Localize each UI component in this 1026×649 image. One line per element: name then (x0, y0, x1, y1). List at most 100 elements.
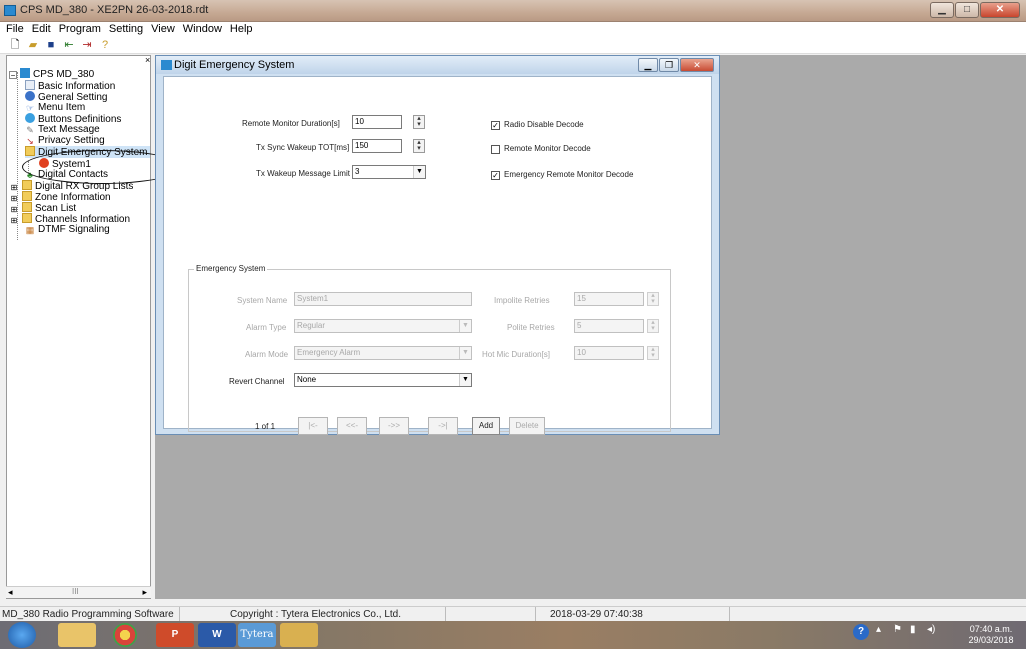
tree-root[interactable]: − CPS MD_380 (9, 68, 94, 80)
delete-button[interactable]: Delete (509, 417, 545, 435)
tree-horizontal-scrollbar[interactable]: ◂ III ▸ (6, 586, 151, 598)
chevron-down-icon[interactable]: ▼ (413, 166, 425, 178)
impolite-retries-label: Impolite Retries (494, 296, 550, 305)
help-tray-icon[interactable]: ? (853, 624, 869, 640)
start-button[interactable] (8, 622, 36, 648)
alarm-mode-label: Alarm Mode (245, 350, 289, 359)
show-hidden-icons-icon[interactable]: ▴ (876, 624, 881, 635)
read-radio-icon[interactable]: ⇤ (62, 39, 76, 52)
expand-icon[interactable]: ⊞ (9, 216, 19, 226)
previous-record-button[interactable]: <<- (337, 417, 367, 435)
file-explorer-icon[interactable] (58, 623, 96, 647)
system-clock[interactable]: 07:40 a.m. 29/03/2018 (962, 624, 1020, 646)
folder-icon (22, 213, 32, 223)
chrome-icon[interactable] (113, 623, 137, 647)
tx-sync-wakeup-tot-input[interactable]: 150 (352, 139, 402, 153)
chevron-down-icon[interactable]: ▼ (459, 374, 471, 386)
chevron-down-icon[interactable]: ▼ (459, 320, 471, 332)
new-file-icon[interactable]: 🗋 (8, 39, 22, 52)
alarm-mode-select[interactable]: Emergency Alarm (294, 346, 472, 360)
window-icon (161, 60, 172, 70)
panel-close-icon[interactable]: × (145, 55, 150, 65)
word-icon[interactable]: W (198, 623, 236, 647)
toolbar: 🗋 ▰ ■ ⇤ ⇥ ? (0, 37, 1026, 54)
alarm-type-select[interactable]: Regular (294, 319, 472, 333)
polite-retries-spinner[interactable]: ▴ ▾ (647, 319, 659, 333)
polite-retries-input[interactable]: 5 (574, 319, 644, 333)
hot-mic-duration-input[interactable]: 10 (574, 346, 644, 360)
clock-time: 07:40 a.m. (969, 624, 1013, 634)
system-name-label: System Name (237, 296, 288, 305)
tree-item-dtmf-signaling[interactable]: ▦ DTMF Signaling (25, 224, 110, 236)
window-title: CPS MD_380 - XE2PN 26-03-2018.rdt (20, 4, 209, 16)
folder-icon (22, 191, 32, 201)
menu-icon: ☞ (25, 103, 35, 113)
status-copyright: Copyright : Tytera Electronics Co., Ltd. (180, 607, 446, 622)
tx-wakeup-message-limit-label: Tx Wakeup Message Limit (256, 169, 350, 178)
revert-channel-select[interactable]: None (294, 373, 472, 387)
menu-file[interactable]: File (6, 22, 24, 37)
remote-monitor-duration-input[interactable]: 10 (352, 115, 402, 129)
record-position: 1 of 1 (255, 422, 276, 431)
menu-help[interactable]: Help (230, 22, 253, 37)
open-folder-icon[interactable]: ▰ (26, 39, 40, 52)
remote-monitor-decode-checkbox[interactable] (491, 145, 500, 154)
help-icon[interactable]: ? (98, 39, 112, 52)
volume-icon[interactable]: ◂) (927, 624, 935, 635)
close-button[interactable]: ✕ (980, 2, 1020, 18)
child-restore-button[interactable]: ❐ (659, 58, 679, 72)
save-icon[interactable]: ■ (44, 39, 58, 52)
polite-retries-label: Polite Retries (507, 323, 555, 332)
network-icon[interactable]: ▮ (910, 624, 916, 635)
emergency-remote-monitor-decode-checkbox[interactable]: ✓ (491, 171, 500, 180)
maximize-button[interactable]: □ (955, 2, 979, 18)
powerpoint-icon[interactable]: P (156, 623, 194, 647)
window-titlebar: CPS MD_380 - XE2PN 26-03-2018.rdt ▁ □ ✕ (0, 0, 1026, 22)
write-radio-icon[interactable]: ⇥ (80, 39, 94, 52)
chevron-down-icon[interactable]: ▼ (459, 347, 471, 359)
scroll-left-icon[interactable]: ◂ (8, 587, 13, 598)
child-minimize-button[interactable]: ▁ (638, 58, 658, 72)
remote-monitor-decode-label: Remote Monitor Decode (504, 144, 591, 153)
status-bar: MD_380 Radio Programming Software Copyri… (0, 606, 1026, 622)
child-close-button[interactable]: ✕ (680, 58, 714, 72)
button-icon (25, 113, 35, 123)
collapse-icon[interactable]: − (9, 71, 17, 80)
scroll-thumb-grip[interactable]: III (72, 587, 79, 596)
revert-channel-label: Revert Channel (229, 377, 285, 386)
scroll-right-icon[interactable]: ▸ (142, 587, 147, 598)
menu-view[interactable]: View (151, 22, 175, 37)
menu-window[interactable]: Window (183, 22, 222, 37)
menu-setting[interactable]: Setting (109, 22, 143, 37)
minimize-button[interactable]: ▁ (930, 2, 954, 18)
message-icon: ✎ (26, 125, 34, 135)
add-button[interactable]: Add (472, 417, 500, 435)
radio-disable-decode-label: Radio Disable Decode (504, 120, 584, 129)
tytera-cps-icon[interactable]: Tytera (238, 623, 276, 647)
hot-mic-duration-spinner[interactable]: ▴ ▾ (647, 346, 659, 360)
status-app-name: MD_380 Radio Programming Software (0, 607, 180, 622)
tree-panel: − CPS MD_380 Basic Information General Se… (6, 55, 151, 599)
flag-icon[interactable]: ⚑ (893, 624, 902, 635)
radio-disable-decode-checkbox[interactable]: ✓ (491, 121, 500, 130)
clock-date: 29/03/2018 (968, 635, 1014, 645)
tx-sync-wakeup-tot-spinner[interactable]: ▴ ▾ (413, 139, 425, 153)
hot-mic-duration-label: Hot Mic Duration[s] (482, 350, 551, 359)
menu-program[interactable]: Program (59, 22, 101, 37)
remote-monitor-duration-spinner[interactable]: ▴ ▾ (413, 115, 425, 129)
child-titlebar: Digit Emergency System ▁ ❐ ✕ (156, 56, 719, 74)
taskbar: P W Tytera ? ▴ ⚑ ▮ ◂) 07:40 a.m. 29/03/2… (0, 621, 1026, 649)
next-record-button[interactable]: ->> (379, 417, 409, 435)
system-name-input[interactable]: System1 (294, 292, 472, 306)
radio-icon (20, 68, 30, 78)
impolite-retries-spinner[interactable]: ▴ ▾ (647, 292, 659, 306)
tree-root-label: CPS MD_380 (33, 69, 95, 80)
menu-edit[interactable]: Edit (32, 22, 51, 37)
folder-icon (22, 180, 32, 190)
impolite-retries-input[interactable]: 15 (574, 292, 644, 306)
alarm-type-label: Alarm Type (246, 323, 287, 332)
first-record-button[interactable]: |<- (298, 417, 328, 435)
paint-icon[interactable] (280, 623, 318, 647)
last-record-button[interactable]: ->| (428, 417, 458, 435)
emergency-remote-monitor-decode-label: Emergency Remote Monitor Decode (504, 170, 634, 179)
